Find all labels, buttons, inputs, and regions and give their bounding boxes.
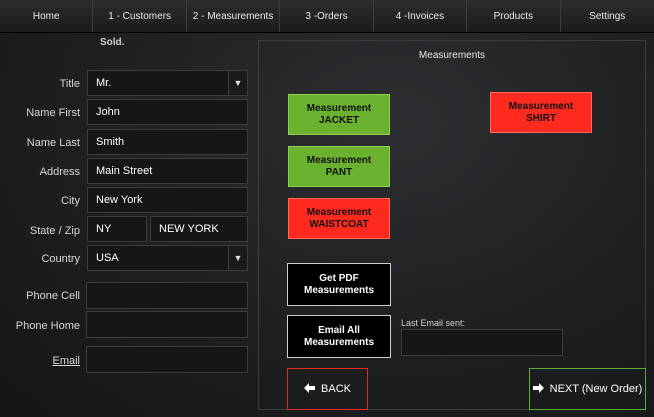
measurements-panel: Measurements Measurement JACKET Measureme… (258, 40, 646, 410)
nav-products[interactable]: Products (467, 0, 561, 32)
arrow-right-icon (532, 382, 544, 396)
triangle-down-icon[interactable]: ▼ (228, 246, 247, 270)
nav-home[interactable]: Home (0, 0, 94, 32)
button-line: SHIRT (526, 112, 556, 124)
back-label: BACK (321, 383, 351, 395)
panel-title: Measurements (418, 50, 486, 61)
button-line: JACKET (318, 114, 359, 126)
button-line: Email All (318, 324, 360, 336)
button-line: Measurement (508, 100, 574, 112)
country-select[interactable]: USA ▼ (87, 245, 248, 271)
address-field[interactable]: Main Street (87, 158, 248, 184)
next-label: NEXT (New Order) (549, 383, 643, 395)
state-zip-label: State / Zip (29, 225, 80, 237)
name-last-field[interactable]: Smith (87, 129, 248, 155)
measurement-jacket-button[interactable]: Measurement JACKET (288, 94, 390, 135)
measurement-waistcoat-button[interactable]: Measurement WAISTCOAT (288, 198, 390, 239)
button-line: Measurements (303, 336, 375, 348)
measurement-shirt-button[interactable]: Measurement SHIRT (490, 92, 592, 133)
nav-measurements[interactable]: 2 - Measurements (187, 0, 281, 32)
phone-cell-field[interactable] (86, 282, 248, 309)
state-field[interactable]: NY (87, 216, 147, 242)
get-pdf-button[interactable]: Get PDF Measurements (287, 263, 391, 306)
name-first-field[interactable]: John (87, 99, 248, 125)
nav-settings[interactable]: Settings (561, 0, 654, 32)
button-line: Get PDF (319, 272, 359, 284)
measurement-pant-button[interactable]: Measurement PANT (288, 146, 390, 187)
button-line: WAISTCOAT (309, 218, 369, 230)
button-line: Measurement (306, 102, 372, 114)
address-label: Address (39, 166, 80, 178)
last-email-label: Last Email sent: (401, 318, 466, 328)
phone-home-field[interactable] (86, 311, 248, 338)
country-label: Country (41, 253, 80, 265)
button-line: Measurement (306, 206, 372, 218)
nav-orders[interactable]: 3 -Orders (280, 0, 374, 32)
nav-customers[interactable]: 1 - Customers (93, 0, 187, 32)
title-select[interactable]: Mr. ▼ (87, 70, 248, 96)
city-label: City (61, 195, 80, 207)
sold-label: Sold. (100, 37, 125, 48)
zip-field[interactable]: NEW YORK (150, 216, 248, 242)
top-nav: Home 1 - Customers 2 - Measurements 3 -O… (0, 0, 654, 33)
button-line: Measurements (303, 284, 375, 296)
button-line: Measurement (306, 154, 372, 166)
title-value: Mr. (96, 77, 112, 89)
phone-cell-label: Phone Cell (26, 290, 80, 302)
name-first-label: Name First (26, 107, 80, 119)
country-value: USA (96, 252, 119, 264)
email-link[interactable]: Email (0, 355, 80, 367)
button-line: PANT (325, 166, 353, 178)
back-button[interactable]: BACK (287, 368, 368, 410)
phone-home-label: Phone Home (15, 320, 80, 332)
last-email-field (401, 329, 563, 356)
email-all-button[interactable]: Email All Measurements (287, 315, 391, 358)
city-field[interactable]: New York (87, 187, 248, 213)
next-new-order-button[interactable]: NEXT (New Order) (529, 368, 646, 410)
name-last-label: Name Last (26, 137, 80, 149)
title-label: Title (59, 78, 80, 90)
nav-invoices[interactable]: 4 -Invoices (374, 0, 468, 32)
email-field[interactable] (86, 346, 248, 373)
arrow-left-icon (304, 382, 316, 396)
triangle-down-icon[interactable]: ▼ (228, 71, 247, 95)
